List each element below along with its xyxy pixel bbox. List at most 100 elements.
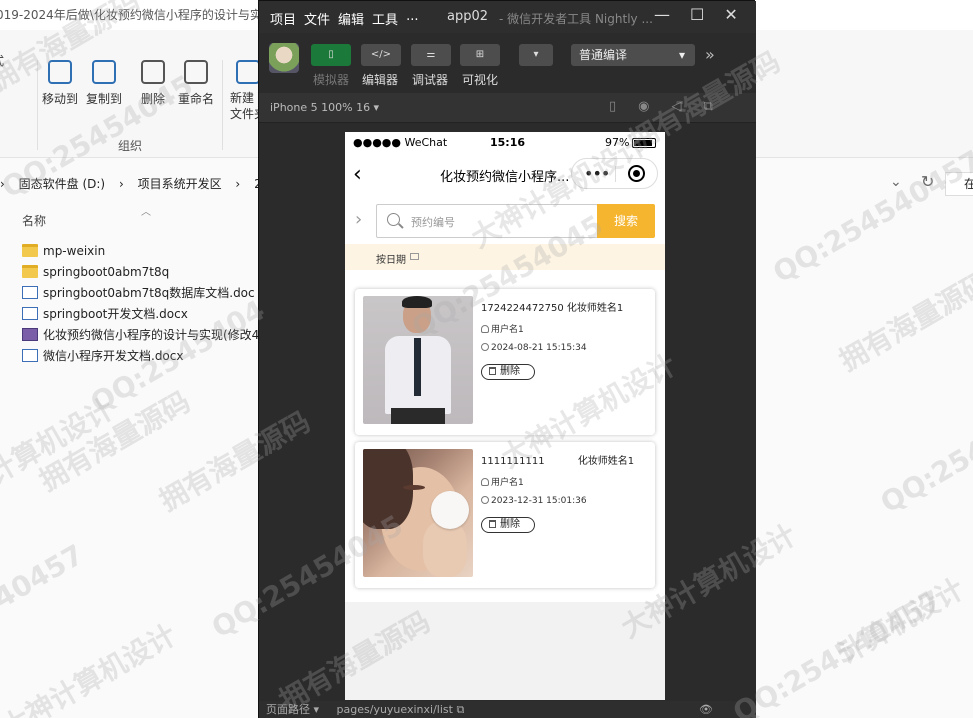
- app-name: app02: [447, 9, 489, 24]
- record-icon[interactable]: ◉: [638, 99, 649, 114]
- delete-button[interactable]: 删除: [141, 60, 165, 107]
- page-title: 化妆预约微信小程序...: [440, 170, 570, 185]
- phone-icon: ▯: [328, 49, 334, 60]
- photo-tie: [414, 338, 421, 396]
- refresh-icon[interactable]: ↻: [921, 172, 934, 191]
- menu-item-more[interactable]: ...: [406, 9, 418, 28]
- breadcrumb-item[interactable]: 固态软件盘 (D:): [19, 177, 105, 191]
- menu-item-tools[interactable]: 工具: [372, 9, 398, 28]
- rename-button[interactable]: 重命名: [178, 60, 214, 107]
- editor-toggle-button[interactable]: </>: [361, 44, 401, 66]
- device-select[interactable]: iPhone 5 100% 16 ▾: [270, 101, 379, 114]
- close-icon[interactable]: ✕: [724, 5, 737, 24]
- compile-mode-value: 普通编译: [579, 48, 628, 62]
- copy-to-label: 复制到: [86, 92, 123, 106]
- more-dots-icon[interactable]: •••: [584, 164, 610, 183]
- simulator-label[interactable]: 模拟器: [313, 71, 349, 88]
- delete-record-button[interactable]: 删除: [481, 517, 535, 533]
- word-doc-icon: [22, 307, 38, 320]
- phone-status-bar: ●●●●● WeChat 15:16 97%: [345, 132, 665, 154]
- booking-number: 1724224472750: [481, 303, 564, 314]
- move-to-icon: [48, 60, 72, 84]
- time-value: 2023-12-31 15:01:36: [491, 496, 587, 506]
- booking-card[interactable]: 1724224472750 化妆师姓名1 用户名1 2024-08-21 15:…: [355, 289, 655, 435]
- status-bar: 页面路径 ▾ pages/yuyuexinxi/list ⧉ 👁: [259, 701, 756, 718]
- page-path[interactable]: pages/yuyuexinxi/list: [337, 703, 453, 716]
- user-icon: [481, 325, 489, 333]
- avatar[interactable]: [269, 43, 299, 73]
- volume-icon[interactable]: ◁: [672, 99, 682, 114]
- file-name: springboot0abm7t8q数据库文档.doc: [43, 286, 255, 300]
- folder-icon: [22, 265, 38, 278]
- chevron-down-icon[interactable]: ⌄: [890, 174, 902, 190]
- column-header-name[interactable]: 名称: [22, 212, 46, 229]
- window-icon[interactable]: ⧉: [704, 99, 713, 114]
- list-item[interactable]: springboot0abm7t8q数据库文档.doc: [22, 282, 262, 303]
- capsule-divider: [615, 166, 616, 182]
- layout-label[interactable]: 式: [0, 52, 4, 69]
- menu-item-edit[interactable]: 编辑: [338, 9, 364, 28]
- search-input[interactable]: 预约编号: [376, 204, 598, 238]
- phone-outline-icon[interactable]: ▯: [609, 99, 616, 114]
- list-item[interactable]: springboot0abm7t8q: [22, 261, 262, 282]
- list-item[interactable]: 化妆预约微信小程序的设计与实现(修改4: [22, 324, 262, 345]
- rename-icon: [184, 60, 208, 84]
- mini-program-navbar: ‹ 化妆预约微信小程序... •••: [345, 154, 665, 196]
- back-arrow-icon[interactable]: ‹: [353, 162, 362, 187]
- delete-label: 删除: [500, 366, 520, 377]
- booking-header: 1111111111 化妆师姓名1: [481, 452, 634, 467]
- booking-card[interactable]: 1111111111 化妆师姓名1 用户名1 2023-12-31 15:01:…: [355, 442, 655, 588]
- page-path-label[interactable]: 页面路径 ▾: [266, 703, 319, 716]
- list-item[interactable]: mp-weixin: [22, 240, 262, 261]
- visualize-toggle-button[interactable]: ⊞: [460, 44, 500, 66]
- copy-to-button[interactable]: 复制到: [86, 60, 122, 107]
- user-icon: [481, 478, 489, 486]
- editor-label[interactable]: 编辑器: [362, 71, 398, 88]
- breadcrumb-item[interactable]: 项目系统开发区: [138, 177, 222, 191]
- photo-hand: [423, 521, 467, 577]
- eye-icon[interactable]: 👁: [699, 701, 713, 718]
- rename-label: 重命名: [178, 92, 215, 106]
- layout-icon: ⊞: [475, 49, 485, 60]
- date-filter-bar[interactable]: 按日期: [345, 244, 665, 270]
- double-chevron-icon[interactable]: »: [705, 45, 715, 64]
- simulator-toggle-button[interactable]: ▯: [311, 44, 351, 66]
- sliders-icon: ⚌: [426, 49, 436, 60]
- ribbon-divider: [222, 60, 223, 150]
- list-item[interactable]: 微信小程序开发文档.docx: [22, 345, 262, 366]
- devtools-toolbar: ▯ 模拟器 </> 编辑器 ⚌ 调试器 ⊞ 可视化 ▾ 普通编译 ▾ »: [259, 33, 756, 93]
- clock: 15:16: [490, 136, 526, 149]
- list-footer-area: [345, 602, 665, 700]
- copy-icon[interactable]: ⧉: [456, 703, 464, 716]
- trash-icon: [141, 60, 165, 84]
- menu-item-project[interactable]: 项目: [270, 9, 296, 28]
- mode-dropdown-button[interactable]: ▾: [519, 44, 553, 66]
- visualize-label[interactable]: 可视化: [462, 71, 498, 88]
- breadcrumb-chevron-icon: ›: [0, 177, 5, 191]
- menu-item-file[interactable]: 文件: [304, 9, 330, 28]
- list-item[interactable]: springboot开发文档.docx: [22, 303, 262, 324]
- close-target-icon[interactable]: [628, 165, 645, 182]
- expand-chevron-icon[interactable]: ›: [355, 209, 362, 230]
- maximize-icon[interactable]: ☐: [690, 5, 704, 24]
- photo-pants: [391, 408, 445, 424]
- file-name: 微信小程序开发文档.docx: [43, 349, 184, 363]
- devtools-title-bar: 项目 文件 编辑 工具 ... app02 - 微信开发者工具 Nightly …: [259, 1, 756, 33]
- minimize-icon[interactable]: —: [654, 5, 670, 24]
- search-box[interactable]: 在: [945, 172, 973, 196]
- trash-icon: [489, 520, 496, 528]
- move-to-button[interactable]: 移动到: [42, 60, 78, 107]
- booking-number: 1111111111: [481, 456, 545, 467]
- debugger-label[interactable]: 调试器: [412, 71, 448, 88]
- debugger-toggle-button[interactable]: ⚌: [411, 44, 451, 66]
- sort-arrow-icon: ︿: [141, 207, 151, 218]
- ribbon-divider: [37, 60, 38, 150]
- makeup-service-photo: [363, 449, 473, 577]
- search-button[interactable]: 搜索: [597, 204, 655, 238]
- compile-mode-select[interactable]: 普通编译 ▾: [571, 44, 695, 66]
- artist-name: 化妆师姓名1: [577, 456, 635, 467]
- date-filter-label[interactable]: 按日期: [376, 251, 406, 266]
- ribbon-group-label: 组织: [118, 139, 143, 153]
- delete-record-button[interactable]: 删除: [481, 364, 535, 380]
- file-name: springboot0abm7t8q: [43, 264, 170, 279]
